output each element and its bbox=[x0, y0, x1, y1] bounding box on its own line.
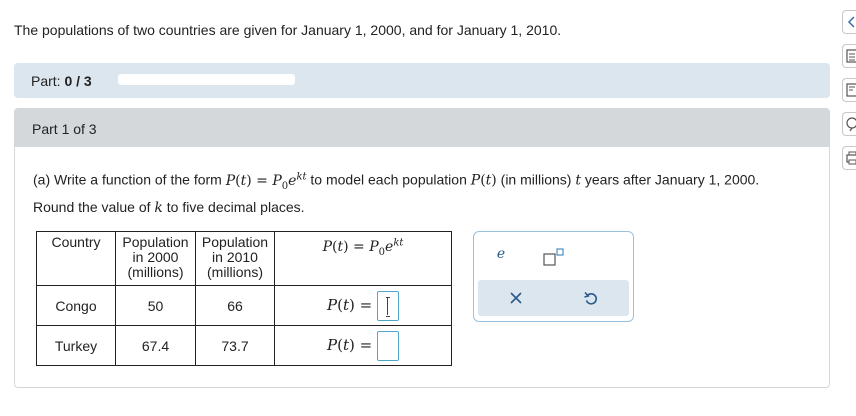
cell-pop2000: 50 bbox=[115, 285, 196, 326]
keypad-actions bbox=[478, 280, 629, 316]
question-line-1: (a) Write a function of the form P(t) = … bbox=[33, 171, 760, 192]
notes-icon bbox=[846, 83, 856, 97]
cell-country: Congo bbox=[36, 285, 116, 326]
col-header-country: Country bbox=[36, 231, 116, 286]
part-header-label: Part 1 of 3 bbox=[32, 121, 97, 137]
close-icon bbox=[510, 292, 522, 304]
part-header: Part 1 of 3 bbox=[15, 109, 829, 147]
problem-intro: The populations of two countries are giv… bbox=[14, 22, 562, 38]
cell-pop2010: 66 bbox=[195, 285, 275, 326]
question-card: Part 1 of 3 (a) Write a function of the … bbox=[14, 108, 830, 388]
table-row: Congo 50 66 P(t) = bbox=[36, 285, 452, 326]
help-icon bbox=[846, 117, 856, 132]
print-tool[interactable] bbox=[842, 146, 856, 170]
calculator-icon bbox=[846, 49, 856, 63]
cell-pop2000: 67.4 bbox=[115, 325, 196, 366]
progress-track bbox=[118, 74, 295, 85]
part-progress-bar: Part: 0 / 3 bbox=[14, 63, 830, 98]
population-table: Country Population in 2000 (millions) Po… bbox=[36, 231, 452, 366]
col-header-pop2010: Population in 2010 (millions) bbox=[195, 231, 275, 286]
e-button[interactable]: e bbox=[491, 246, 511, 266]
col-header-pop2000: Population in 2000 (millions) bbox=[115, 231, 196, 286]
cell-answer: P(t) = bbox=[274, 285, 452, 326]
notes-tool[interactable] bbox=[842, 78, 856, 102]
cell-country: Turkey bbox=[36, 325, 116, 366]
answer-input-congo[interactable] bbox=[376, 290, 399, 321]
cell-answer: P(t) = bbox=[274, 325, 452, 366]
clear-button[interactable] bbox=[506, 288, 526, 308]
cell-pop2010: 73.7 bbox=[195, 325, 275, 366]
calculator-tool[interactable] bbox=[842, 44, 856, 68]
table-row: Turkey 67.4 73.7 P(t) = bbox=[36, 325, 452, 366]
side-toolbar bbox=[838, 6, 856, 176]
print-icon bbox=[846, 151, 856, 165]
math-keypad: e bbox=[473, 231, 634, 322]
superscript-icon bbox=[543, 248, 564, 266]
table-header-row: Country Population in 2000 (millions) Po… bbox=[36, 231, 452, 286]
undo-icon bbox=[584, 291, 597, 305]
col-header-formula: P(t) = P0ekt bbox=[274, 231, 452, 286]
part-progress-value: 0 / 3 bbox=[64, 73, 92, 89]
question-line-2: Round the value of k to five decimal pla… bbox=[33, 199, 305, 216]
formula-form: P(t) = P0ekt bbox=[225, 171, 307, 192]
part-progress-label: Part: 0 / 3 bbox=[31, 73, 92, 89]
undo-button[interactable] bbox=[581, 288, 601, 308]
superscript-button[interactable] bbox=[542, 246, 568, 270]
answer-input-turkey[interactable] bbox=[376, 330, 399, 361]
collapse-icon bbox=[847, 16, 855, 28]
help-tool[interactable] bbox=[842, 112, 856, 136]
collapse-tool[interactable] bbox=[842, 10, 856, 34]
